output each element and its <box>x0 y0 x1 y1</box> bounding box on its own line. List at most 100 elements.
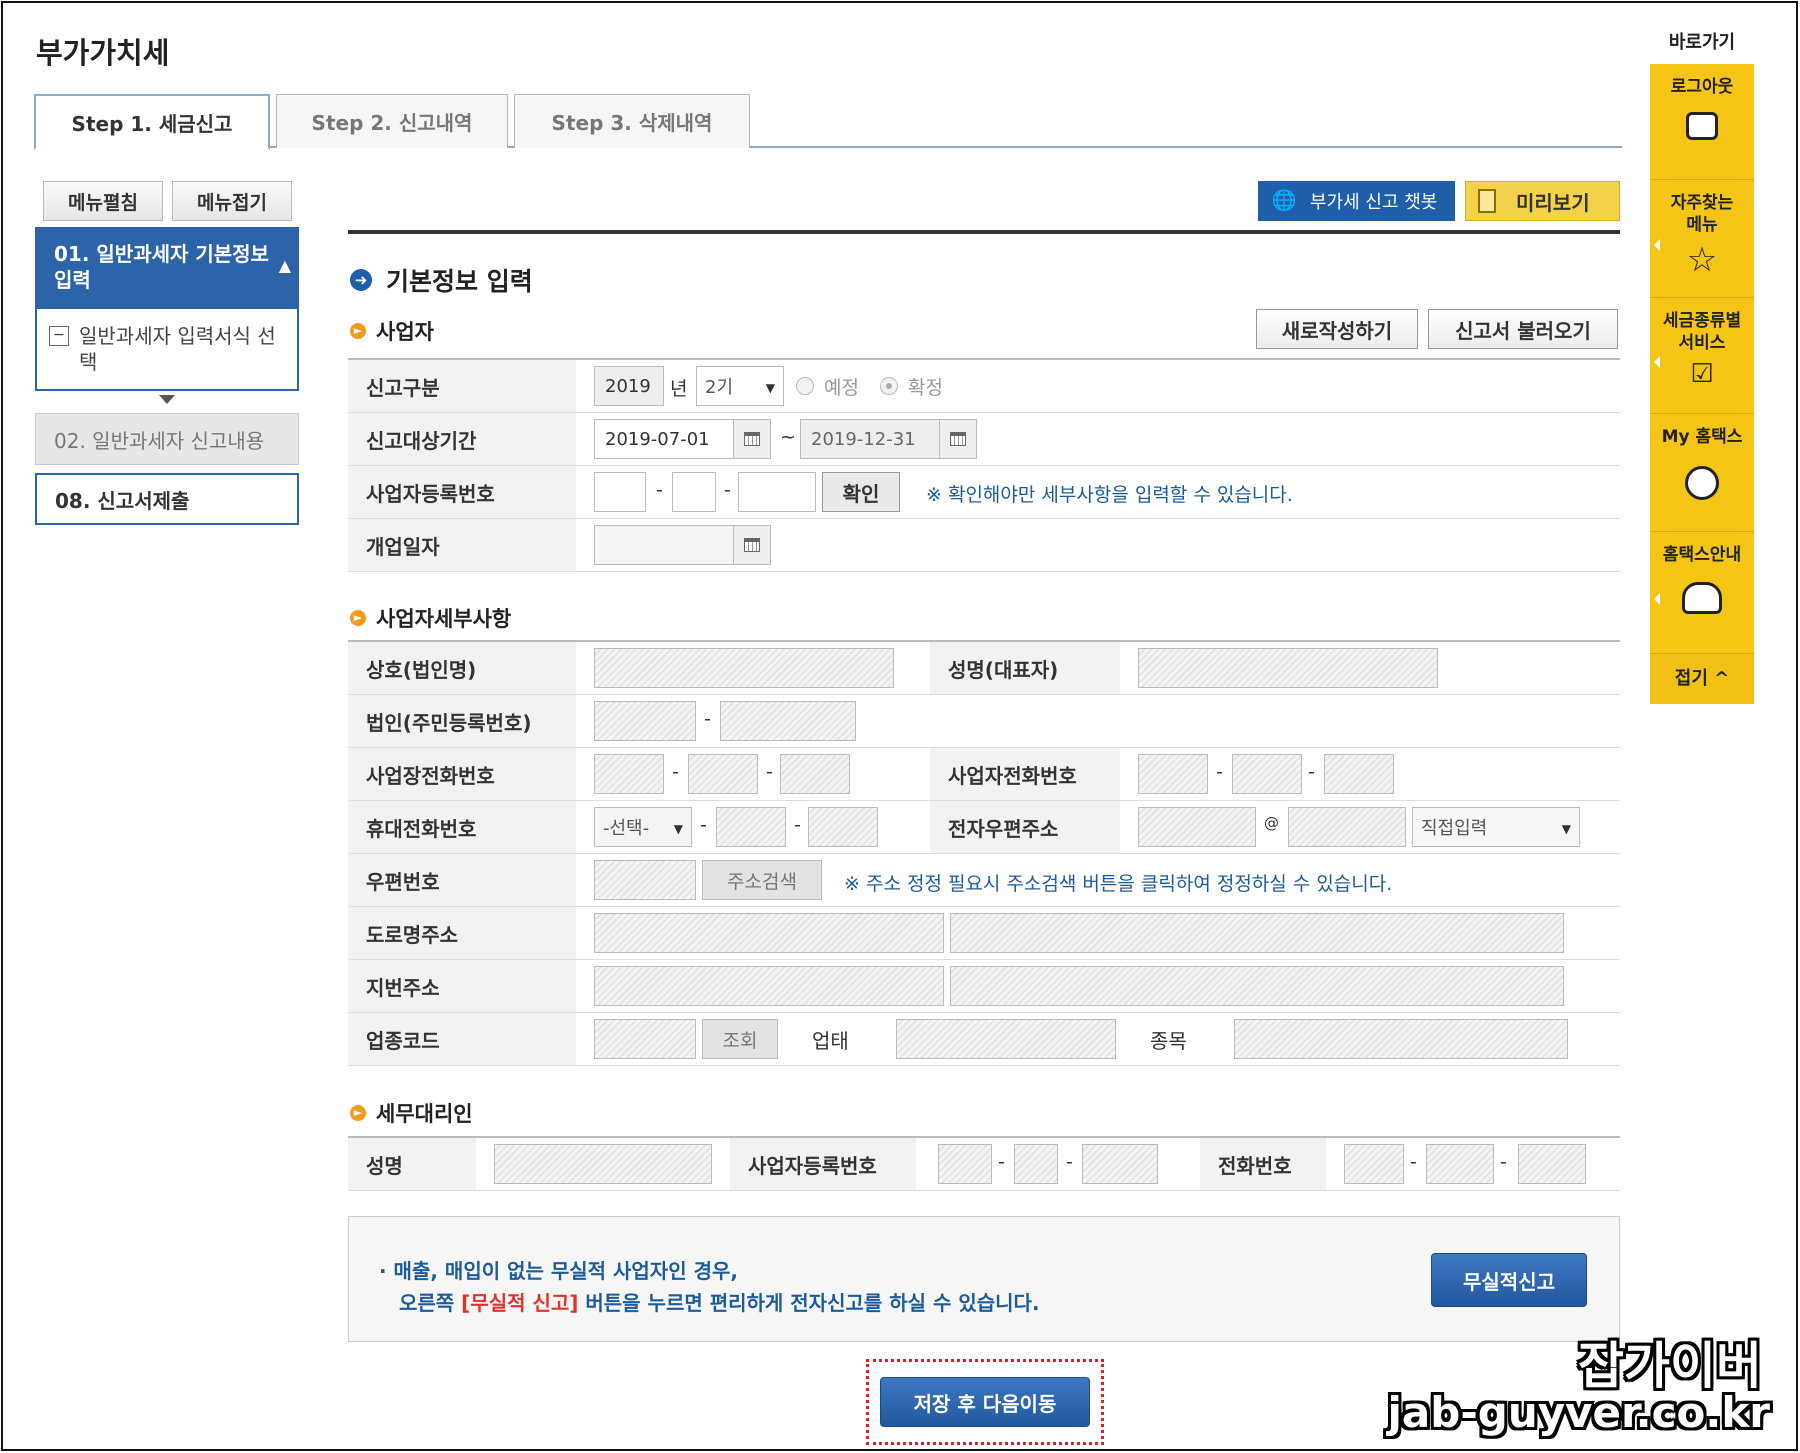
save-next-button[interactable]: 저장 후 다음이동 <box>880 1377 1090 1427</box>
user-icon <box>1685 466 1719 500</box>
nav-item-submit[interactable]: 08. 신고서제출 <box>35 473 299 525</box>
agent-phone-2[interactable] <box>1426 1144 1494 1184</box>
tabs-underline <box>34 146 1622 148</box>
row-corp-no: 법인(주민등록번호) - <box>348 695 1620 748</box>
road-address-1[interactable] <box>594 913 944 953</box>
biz-phone-3[interactable] <box>780 754 850 794</box>
report-type-label: 신고구분 <box>348 360 576 412</box>
corp-no-label: 법인(주민등록번호) <box>348 695 576 747</box>
business-heading: ► 사업자 <box>350 316 434 346</box>
minus-icon: − <box>49 326 69 346</box>
agent-phone-3[interactable] <box>1518 1144 1586 1184</box>
sidebar-item-favorites[interactable]: 자주찾는 메뉴 ☆ <box>1650 180 1754 298</box>
sidebar-item-hometax-guide[interactable]: 홈택스안내 <box>1650 532 1754 654</box>
row-mobile-email: 휴대전화번호 -선택- ▼ - - 전자우편주소 @ 직접입력 ▼ <box>348 801 1620 854</box>
agent-reg-2[interactable] <box>1014 1144 1058 1184</box>
nav-subitem-form-select[interactable]: − 일반과세자 입력서식 선택 <box>35 309 299 391</box>
owner-phone-2[interactable] <box>1232 754 1302 794</box>
row-reg-no: 사업자등록번호 - - 확인 ※ 확인해야만 세부사항을 입력할 수 있습니다. <box>348 466 1620 519</box>
collapse-menu-button[interactable]: 메뉴접기 <box>172 181 292 221</box>
corp-no-part1[interactable] <box>594 701 696 741</box>
calendar-icon[interactable] <box>733 525 771 565</box>
dash: - <box>724 479 731 501</box>
sidebar-item-label: 세금종류별 서비스 <box>1662 311 1742 353</box>
dash: - <box>998 1151 1005 1173</box>
biz-phone-1[interactable] <box>594 754 664 794</box>
email-domain-select[interactable]: 직접입력 ▼ <box>1412 807 1580 847</box>
dash: - <box>672 761 679 783</box>
dash: - <box>656 479 663 501</box>
tab-step1[interactable]: Step 1. 세금신고 <box>34 94 270 150</box>
unlock-icon <box>1686 112 1718 140</box>
nav-item-report-content[interactable]: 02. 일반과세자 신고내용 <box>35 413 299 465</box>
sidebar-fold-button[interactable]: 접기 ^ <box>1650 654 1754 704</box>
details-title: 사업자세부사항 <box>376 607 512 631</box>
email-id[interactable] <box>1138 807 1256 847</box>
tab-step3[interactable]: Step 3. 삭제내역 <box>514 94 750 148</box>
agent-reg-3[interactable] <box>1082 1144 1158 1184</box>
sidebar-item-label: 로그아웃 <box>1670 77 1734 97</box>
details-form: 상호(법인명) 성명(대표자) 법인(주민등록번호) - 사업장전화번호 - -… <box>348 640 1620 1066</box>
owner-phone-3[interactable] <box>1324 754 1394 794</box>
mobile-select[interactable]: -선택- ▼ <box>594 807 692 847</box>
open-date-field[interactable] <box>594 525 734 565</box>
company-field[interactable] <box>594 648 894 688</box>
quick-links-sidebar: 로그아웃 자주찾는 메뉴 ☆ 세금종류별 서비스 ☑ My 홈택스 홈택스안내 … <box>1650 64 1754 704</box>
dash: - <box>794 814 801 836</box>
zip-field[interactable] <box>594 860 696 900</box>
reg-no-part1[interactable] <box>594 472 646 512</box>
address-search-button[interactable]: 주소검색 <box>702 860 822 900</box>
checkbox-icon: ☑ <box>1690 359 1714 389</box>
agent-heading: ► 세무대리인 <box>350 1098 473 1128</box>
rep-field[interactable] <box>1138 648 1438 688</box>
down-arrow-icon <box>159 395 175 404</box>
mobile-2[interactable] <box>716 807 786 847</box>
biz-phone-2[interactable] <box>688 754 758 794</box>
radio-prelim[interactable] <box>796 377 814 395</box>
lot-address-1[interactable] <box>594 966 944 1006</box>
period-select[interactable]: 2기 ▼ <box>696 366 784 406</box>
row-company: 상호(법인명) 성명(대표자) <box>348 642 1620 695</box>
nav-item-basic-info-label: 01. 일반과세자 기본정보 입력 <box>54 242 269 292</box>
biz-type-field[interactable] <box>896 1019 1116 1059</box>
preview-button[interactable]: 미리보기 <box>1465 181 1620 221</box>
tab-step2[interactable]: Step 2. 신고내역 <box>276 94 508 148</box>
calendar-icon[interactable] <box>939 419 977 459</box>
at-sign: @ <box>1264 814 1279 832</box>
mobile-3[interactable] <box>808 807 878 847</box>
new-write-button[interactable]: 새로작성하기 <box>1256 309 1418 349</box>
year-field[interactable]: 2019 <box>594 366 664 406</box>
radio-final[interactable] <box>880 377 898 395</box>
period-end-field[interactable]: 2019-12-31 <box>800 419 940 459</box>
biz-type-label: 업태 <box>794 1013 890 1065</box>
no-activity-report-button[interactable]: 무실적신고 <box>1431 1253 1587 1307</box>
no-activity-info-box: · 매출, 매입이 없는 무실적 사업자인 경우, 오른쪽 [무실적 신고] 버… <box>348 1216 1620 1342</box>
expand-menu-button[interactable]: 메뉴펼침 <box>43 181 163 221</box>
bullet-icon: ► <box>350 323 366 339</box>
agent-name-label: 성명 <box>348 1138 476 1190</box>
email-domain[interactable] <box>1288 807 1406 847</box>
period-start-field[interactable]: 2019-07-01 <box>594 419 734 459</box>
lot-address-2[interactable] <box>950 966 1564 1006</box>
nav-item-basic-info[interactable]: 01. 일반과세자 기본정보 입력 ▲ <box>35 227 299 309</box>
agent-phone-1[interactable] <box>1344 1144 1404 1184</box>
sidebar-item-my-hometax[interactable]: My 홈택스 <box>1650 414 1754 532</box>
agent-name-field[interactable] <box>494 1144 712 1184</box>
preview-label: 미리보기 <box>1516 190 1590 215</box>
chatbot-button[interactable]: 🌐 부가세 신고 챗봇 <box>1258 181 1455 221</box>
calendar-icon[interactable] <box>733 419 771 459</box>
sidebar-item-tax-services[interactable]: 세금종류별 서비스 ☑ <box>1650 298 1754 414</box>
industry-code-field[interactable] <box>594 1019 696 1059</box>
email-label: 전자우편주소 <box>930 801 1120 853</box>
biz-item-field[interactable] <box>1234 1019 1568 1059</box>
owner-phone-1[interactable] <box>1138 754 1208 794</box>
sidebar-item-logout[interactable]: 로그아웃 <box>1650 64 1754 180</box>
corp-no-part2[interactable] <box>720 701 856 741</box>
lookup-button[interactable]: 조회 <box>702 1019 778 1059</box>
confirm-button[interactable]: 확인 <box>822 472 900 512</box>
road-address-2[interactable] <box>950 913 1564 953</box>
reg-no-part2[interactable] <box>672 472 716 512</box>
reg-no-part3[interactable] <box>738 472 816 512</box>
agent-reg-1[interactable] <box>938 1144 992 1184</box>
load-report-button[interactable]: 신고서 불러오기 <box>1428 309 1618 349</box>
